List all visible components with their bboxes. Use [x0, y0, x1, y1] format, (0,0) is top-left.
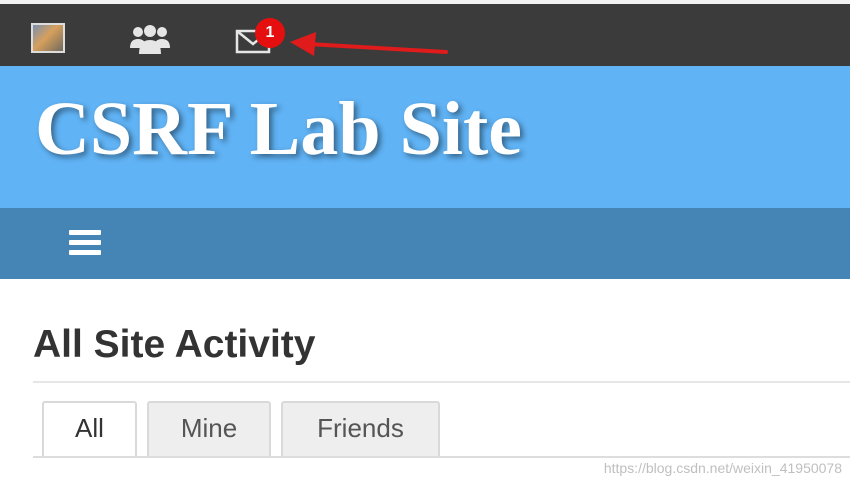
messages-badge: 1	[255, 18, 285, 48]
title-divider	[33, 381, 850, 383]
page-title: All Site Activity	[33, 323, 316, 366]
watermark: https://blog.csdn.net/weixin_41950078	[603, 460, 842, 476]
site-title[interactable]: CSRF Lab Site	[35, 86, 522, 173]
tab-mine[interactable]: Mine	[147, 401, 271, 456]
user-avatar[interactable]	[31, 23, 65, 53]
tab-all[interactable]: All	[42, 401, 137, 458]
nav-bar	[0, 208, 850, 279]
tabs-divider	[33, 456, 850, 458]
hamburger-menu-icon[interactable]	[69, 230, 105, 258]
tab-friends[interactable]: Friends	[281, 401, 440, 456]
friends-icon[interactable]	[129, 24, 171, 56]
site-header: CSRF Lab Site	[0, 66, 850, 208]
annotation-arrow	[290, 32, 448, 56]
top-bar: 1	[0, 0, 850, 66]
